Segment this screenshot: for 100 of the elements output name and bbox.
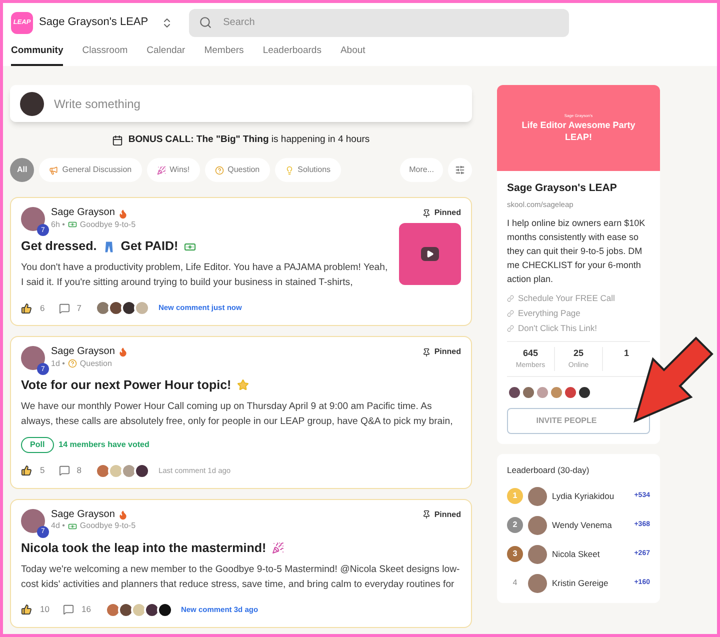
pin-icon (422, 348, 432, 356)
category-chip[interactable]: All (10, 158, 34, 182)
banknote-icon (68, 220, 77, 230)
post-title[interactable]: Get PAID! (120, 237, 178, 256)
leaderboard-title: Leaderboard (30-day) (507, 464, 590, 477)
question-icon (214, 166, 224, 175)
stat-value: 645 (522, 347, 538, 360)
pinned-label: Pinned (434, 207, 461, 220)
banner-title: Life Editor Awesome Party LEAP! (520, 119, 636, 143)
poll-votes: 14 members have voted (58, 438, 150, 451)
post-category[interactable]: Question (80, 358, 112, 368)
event-banner[interactable]: BONUS CALL: The "Big" Thing is happening in 4 hours (128, 133, 370, 148)
nav-tab[interactable]: Calendar (146, 39, 186, 66)
video-thumbnail[interactable] (399, 223, 461, 286)
like-icon[interactable] (21, 302, 32, 314)
author-name[interactable]: Sage Grayson (51, 207, 115, 220)
rank-medal: 2 (507, 517, 523, 534)
comment-icon[interactable] (58, 302, 70, 314)
group-link[interactable]: Don't Click This Link! (518, 321, 597, 336)
rank-medal: 3 (507, 546, 523, 562)
member-name[interactable]: Wendy Venema (552, 518, 630, 532)
user-avatar (20, 92, 44, 116)
post-title[interactable]: Get dressed. (21, 237, 97, 256)
avatar (156, 602, 173, 618)
group-name[interactable]: Sage Grayson's LEAP (39, 14, 148, 31)
party-popper-icon (272, 542, 284, 554)
pin-icon (422, 208, 432, 218)
star-icon (237, 379, 250, 392)
party-popper-icon (156, 166, 166, 175)
member-avatar (528, 574, 547, 593)
author-avatar (21, 346, 45, 370)
like-icon[interactable] (21, 604, 32, 615)
post-category[interactable]: Goodbye 9-to-5 (80, 521, 136, 532)
stat-value: 1 (624, 347, 629, 360)
category-chip[interactable]: Question (204, 158, 270, 182)
post-title[interactable]: Nicola took the leap into the mastermind! (21, 538, 266, 558)
avatar (521, 385, 536, 400)
comment-icon[interactable] (63, 604, 74, 615)
avatar (563, 385, 578, 400)
post-category[interactable]: Goodbye 9-to-5 (80, 220, 136, 230)
composer-field[interactable]: Write something (10, 85, 472, 122)
poll-badge: Poll (21, 436, 54, 453)
flame-icon (118, 347, 128, 358)
link-icon (507, 295, 514, 302)
post-excerpt: We have our monthly Power Hour Call coming up on Thursday April 9 at 9:00 am Pacific time. As always, these calls are absolutely free, only for people in our LEAP group, have Q&A to pick my brain, (21, 400, 454, 429)
nav-tab[interactable]: Classroom (82, 39, 128, 66)
member-avatar (528, 486, 547, 506)
post-excerpt: Today we're welcoming a new member to the Goodbye 9-to-5 Mastermind! @Nicola Skeet designs low-cost kids' activities and planners that reduce stress, save time, and bring calm to everyday routines for (21, 562, 461, 592)
like-icon[interactable] (21, 465, 32, 476)
nav-tab[interactable]: About (340, 39, 366, 66)
member-avatar (528, 516, 547, 535)
rank-medal: 1 (507, 488, 523, 504)
category-chip[interactable]: General Discussion (39, 158, 142, 182)
group-link[interactable]: Schedule Your FREE Call (518, 291, 615, 306)
pin-icon (422, 510, 432, 520)
category-chip[interactable]: Wins! (146, 158, 200, 182)
post-card[interactable] (10, 498, 472, 628)
search-field[interactable]: Search (189, 8, 570, 36)
author-name[interactable]: Sage Grayson (51, 346, 115, 358)
nav-tab[interactable]: Members (204, 39, 244, 66)
post-title[interactable]: Vote for our next Power Hour topic! (21, 376, 232, 395)
play-icon (421, 247, 439, 262)
group-description: I help online biz owners earn $10K months consistently with ease so they can quit their 9-to-5 jobs. DM me CHECKLIST for your 6-month action plan. (507, 217, 646, 286)
author-avatar (21, 508, 45, 533)
post-card[interactable] (10, 336, 472, 489)
pinned-label: Pinned (434, 508, 461, 521)
avatar (507, 385, 522, 400)
post-card[interactable] (10, 197, 472, 326)
nav-tab[interactable]: Leaderboards (262, 39, 322, 66)
post-time: 6h • (51, 220, 65, 230)
sliders-icon (455, 165, 465, 176)
link-icon (507, 310, 514, 317)
category-chip[interactable]: Solutions (274, 158, 341, 182)
member-name[interactable]: Lydia Kyriakidou (552, 490, 630, 503)
banknote-icon (68, 522, 77, 531)
member-avatar (528, 544, 547, 564)
flame-icon (118, 208, 128, 218)
comment-icon[interactable] (58, 465, 70, 476)
nav-tab[interactable]: Community (11, 39, 64, 66)
member-name[interactable]: Nicola Skeet (552, 548, 630, 561)
member-name[interactable]: Kristin Gereige (552, 576, 630, 590)
author-name[interactable]: Sage Grayson (51, 508, 115, 522)
comment-count: 16 (81, 603, 91, 616)
avatar (549, 385, 564, 400)
composer-input[interactable]: Write something (54, 94, 462, 112)
post-time: 1d • (51, 358, 65, 368)
like-count: 5 (40, 464, 45, 478)
stat-value: 25 (573, 347, 584, 360)
comment-count: 7 (76, 302, 82, 314)
flame-icon (118, 510, 128, 520)
calendar-icon (112, 134, 124, 146)
megaphone-icon (49, 166, 58, 175)
filter-settings-button[interactable] (448, 158, 472, 182)
like-count: 6 (40, 302, 45, 314)
group-link[interactable]: Everything Page (518, 306, 580, 321)
banknote-icon (184, 240, 196, 253)
avatar (577, 385, 592, 400)
more-chip[interactable]: More... (400, 158, 443, 182)
post-excerpt: You don't have a productivity problem, Life Editor. You have a PAJAMA problem! Yeah, I said it. If you're sitting around trying to build your business in stained T-shirts, (21, 261, 389, 290)
group-title: Sage Grayson's LEAP (507, 181, 618, 196)
